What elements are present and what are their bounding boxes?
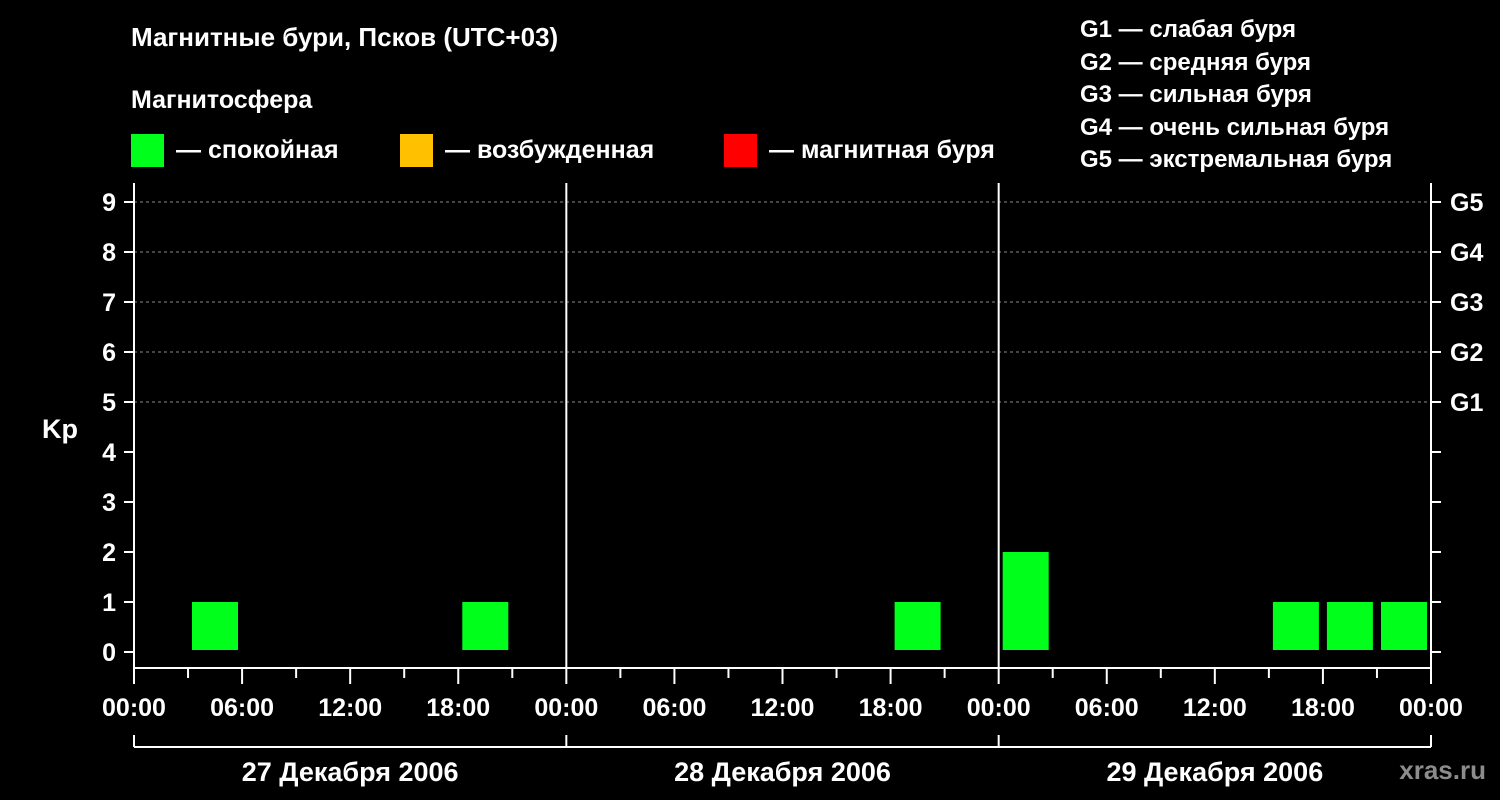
g-scale-label: G4	[1450, 239, 1483, 267]
kp-bar	[1002, 552, 1049, 650]
kp-bar	[894, 602, 941, 650]
g-scale-label: G2	[1450, 339, 1483, 367]
x-tick-label: 12:00	[1183, 694, 1247, 722]
x-tick-label: 06:00	[210, 694, 274, 722]
kp-bar	[1272, 602, 1319, 650]
y-tick-label: 3	[102, 489, 116, 517]
x-tick-label: 00:00	[534, 694, 598, 722]
g-scale-label: G1	[1450, 389, 1483, 417]
kp-chart: 0 1 2 3 4 5 6 7 8 9 G1 G2 G3 G4 G5 Kp 00:00 06:00 12:00 18:…	[42, 183, 1483, 787]
kp-bar	[1381, 602, 1427, 650]
x-tick-label: 18:00	[859, 694, 923, 722]
y-axis-label: Kp	[42, 414, 78, 444]
y-tick-label: 8	[102, 239, 116, 267]
day-label: 29 Декабря 2006	[1106, 757, 1323, 787]
day-label: 27 Декабря 2006	[242, 757, 459, 787]
y-tick-label: 4	[102, 439, 116, 467]
y-tick-label: 6	[102, 339, 116, 367]
y-tick-label: 2	[102, 539, 116, 567]
x-tick-label: 06:00	[1075, 694, 1139, 722]
y-tick-label: 9	[102, 189, 116, 217]
day-label: 28 Декабря 2006	[674, 757, 891, 787]
x-tick-label: 12:00	[318, 694, 382, 722]
x-tick-label: 18:00	[1291, 694, 1355, 722]
x-tick-label: 12:00	[751, 694, 815, 722]
kp-bar	[1326, 602, 1373, 650]
g-scale-label: G3	[1450, 289, 1483, 317]
x-tick-label: 00:00	[1399, 694, 1463, 722]
y-tick-label: 1	[102, 589, 116, 617]
y-tick-label: 7	[102, 289, 116, 317]
y-tick-label: 5	[102, 389, 116, 417]
x-tick-label: 06:00	[642, 694, 706, 722]
x-tick-label: 18:00	[426, 694, 490, 722]
x-tick-label: 00:00	[102, 694, 166, 722]
watermark: xras.ru	[1399, 755, 1486, 785]
kp-bar	[192, 602, 238, 650]
y-tick-label: 0	[102, 639, 116, 667]
g-scale-label: G5	[1450, 189, 1483, 217]
x-tick-label: 00:00	[967, 694, 1031, 722]
kp-bar	[462, 602, 509, 650]
